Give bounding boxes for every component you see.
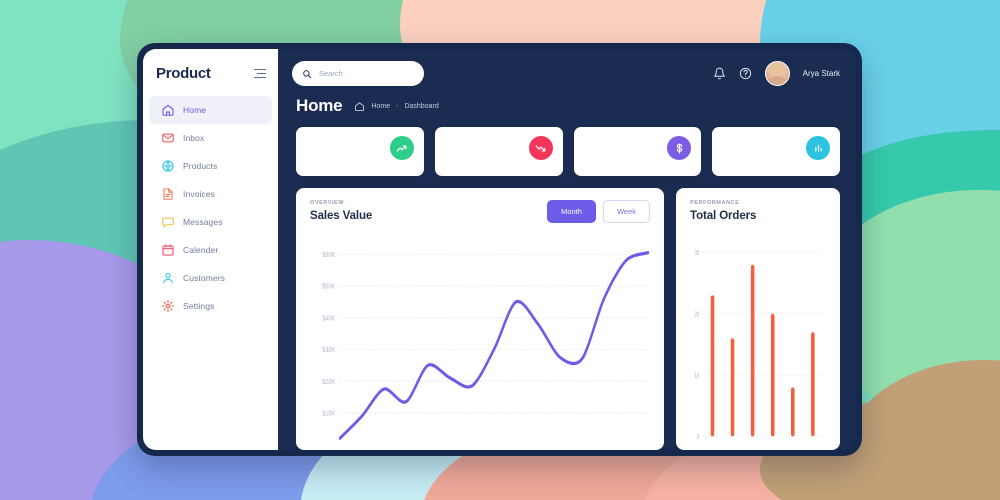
sales-line-chart: $60K $50K $40K $30K $20K $10K: [310, 233, 650, 450]
dollar-icon: [667, 136, 692, 160]
device-frame: Product Home Inbox Products Invoices Message…: [137, 43, 862, 456]
document-icon: [163, 188, 173, 200]
chat-icon: [162, 217, 174, 228]
sidebar-item-label: Calender: [183, 245, 219, 255]
topbar-actions: Arya Stark: [713, 61, 840, 86]
question-circle-icon[interactable]: [739, 67, 752, 80]
sidebar-item-messages[interactable]: Messages: [149, 208, 272, 236]
page-title: Home: [296, 96, 343, 115]
sidebar-item-label: Inbox: [183, 133, 205, 143]
breadcrumb: Home - Dashboard: [354, 101, 439, 112]
stat-card-top: [446, 136, 553, 160]
stat-card-top: [723, 136, 830, 160]
sidebar-item-invoices[interactable]: Invoices: [149, 180, 272, 208]
bell-icon[interactable]: [713, 67, 726, 80]
search-icon: [303, 69, 312, 78]
breadcrumb-item-home[interactable]: Home: [371, 103, 390, 110]
envelope-icon: [162, 133, 174, 143]
bar: [730, 338, 735, 437]
topbar: Search Arya Stark: [278, 49, 856, 90]
sales-panel-titles: OVERVIEW Sales Value: [310, 200, 372, 222]
range-month-button[interactable]: Month: [547, 200, 596, 223]
y-axis-tick-label: 30: [694, 249, 699, 258]
sales-line-series: [338, 251, 650, 440]
y-axis-tick-label: $60K: [322, 251, 335, 259]
total-orders-panel: PERFORMANCE Total Orders 30 20 10 0: [676, 188, 840, 450]
search-placeholder: Search: [319, 69, 343, 78]
orders-panel-header: PERFORMANCE Total Orders: [690, 200, 826, 222]
sidebar-item-settings[interactable]: Settings: [149, 292, 272, 320]
range-week-button[interactable]: Week: [602, 200, 650, 223]
stat-card-sales: [573, 127, 702, 176]
sidebar-item-customers[interactable]: Customers: [149, 264, 272, 292]
sidebar-item-label: Products: [183, 161, 218, 171]
sales-value-panel: OVERVIEW Sales Value Month Week $60K $50K…: [296, 188, 664, 450]
globe-icon: [162, 160, 174, 172]
trend-down-icon: [528, 136, 553, 160]
range-toggle: Month Week: [547, 200, 650, 223]
breadcrumb-item-dashboard[interactable]: Dashboard: [404, 103, 438, 110]
bar: [710, 295, 715, 437]
sidebar-item-label: Settings: [183, 301, 215, 311]
panel-row: OVERVIEW Sales Value Month Week $60K $50K…: [278, 176, 856, 450]
sidebar-item-label: Invoices: [183, 189, 215, 199]
sales-panel-header: OVERVIEW Sales Value Month Week: [310, 200, 650, 223]
y-axis-tick-label: $20K: [322, 378, 335, 386]
bar-chart-icon: [806, 136, 830, 160]
sidebar-item-home[interactable]: Home: [149, 96, 272, 124]
orders-panel-eyebrow: PERFORMANCE: [690, 200, 740, 206]
sales-panel-title: Sales Value: [310, 210, 373, 222]
sidebar-item-label: Customers: [183, 273, 225, 283]
stat-card-total-traffic: [296, 127, 424, 176]
sales-panel-eyebrow: OVERVIEW: [310, 200, 345, 206]
dashboard-screen: Product Home Inbox Products Invoices Message…: [143, 49, 856, 450]
screenshot-stage: Product Home Inbox Products Invoices Message…: [0, 0, 1000, 500]
search-input[interactable]: Search: [292, 61, 424, 86]
brand-title: Product: [156, 65, 211, 82]
orders-panel-title: Total Orders: [690, 210, 757, 222]
sidebar-nav: Home Inbox Products Invoices Messages Calende…: [143, 96, 278, 320]
bar: [770, 313, 775, 437]
home-icon: [355, 101, 365, 111]
y-axis-tick-label: $40K: [322, 315, 335, 323]
user-icon: [163, 272, 173, 284]
sidebar-item-calender[interactable]: Calender: [149, 236, 272, 264]
stat-card-top: [585, 136, 692, 160]
sidebar-item-inbox[interactable]: Inbox: [149, 124, 272, 152]
orders-panel-titles: PERFORMANCE Total Orders: [690, 200, 756, 222]
sidebar: Product Home Inbox Products Invoices Message…: [143, 49, 278, 450]
breadcrumb-separator: -: [396, 102, 399, 110]
gear-icon: [161, 299, 175, 313]
user-name: Arya Stark: [802, 69, 840, 78]
y-axis-tick-label: 20: [694, 310, 699, 319]
y-axis-tick-label: $50K: [322, 283, 335, 291]
main-content: Search Arya Stark Home Home - Dashboard …: [278, 49, 856, 450]
sidebar-item-products[interactable]: Products: [149, 152, 272, 180]
y-axis-tick-label: $10K: [322, 410, 335, 418]
bar: [750, 264, 755, 437]
home-icon: [162, 104, 174, 116]
page-header: Home Home - Dashboard: [278, 90, 856, 116]
sidebar-brand-row: Product: [143, 61, 278, 96]
calendar-icon: [162, 244, 174, 256]
stat-card-row: [278, 116, 856, 176]
trend-up-icon: [389, 136, 414, 160]
stat-card-top: [307, 136, 414, 160]
y-axis-tick-label: 0: [697, 433, 700, 442]
total-orders-bar-chart: 30 20 10 0: [690, 232, 826, 450]
sidebar-item-label: Messages: [183, 217, 223, 227]
stat-card-performance: [712, 127, 840, 176]
bar: [811, 332, 815, 437]
y-axis-tick-label: $30K: [322, 346, 335, 354]
hamburger-icon[interactable]: [254, 68, 266, 79]
stat-card-new-users: [434, 127, 563, 176]
bar: [790, 387, 795, 437]
y-axis-tick-label: 10: [694, 372, 699, 381]
sidebar-item-label: Home: [183, 105, 207, 115]
avatar[interactable]: [764, 61, 790, 86]
